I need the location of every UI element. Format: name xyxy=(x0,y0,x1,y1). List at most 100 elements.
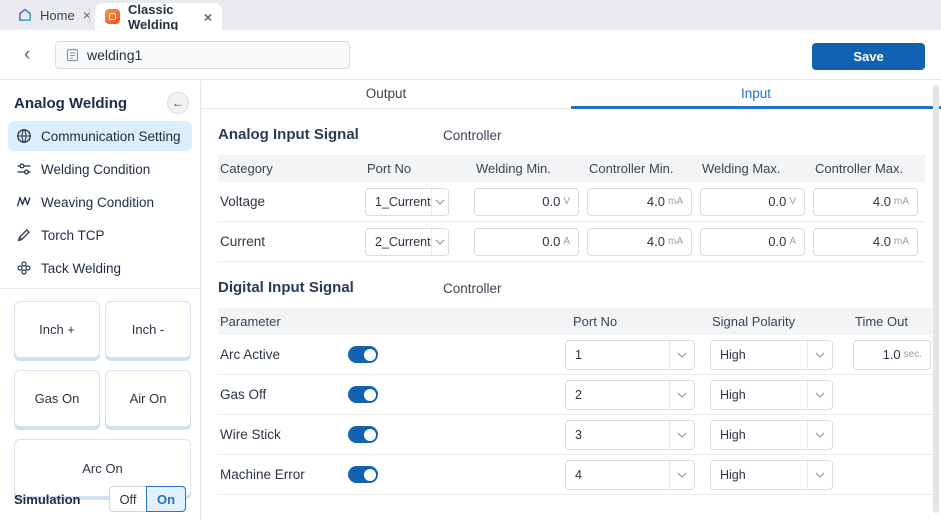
column-header: Port No xyxy=(565,314,710,329)
column-header: Signal Polarity xyxy=(710,314,853,329)
port-select[interactable]: 3 xyxy=(565,420,695,450)
chevron-down-icon xyxy=(807,461,832,489)
tab-classic-welding[interactable]: Classic Welding × xyxy=(95,3,222,30)
digital-section-subtitle: Controller xyxy=(443,281,502,296)
chevron-down-icon xyxy=(807,421,832,449)
io-tabs: Output Input xyxy=(201,81,941,109)
inch-minus-button[interactable]: Inch - xyxy=(105,301,191,358)
sidebar-title: Analog Welding xyxy=(14,95,127,112)
analog-table-header: Category Port No Welding Min. Controller… xyxy=(218,155,925,182)
document-icon xyxy=(66,48,79,62)
pen-icon xyxy=(16,227,32,243)
chevron-down-icon xyxy=(807,381,832,409)
inch-plus-button[interactable]: Inch + xyxy=(14,301,100,358)
category-label: Voltage xyxy=(218,194,365,209)
polarity-select[interactable]: High xyxy=(710,460,833,490)
weave-icon xyxy=(16,194,32,210)
polarity-select[interactable]: High xyxy=(710,340,833,370)
simulation-toggle-group: Off On xyxy=(109,486,186,512)
tab-separator xyxy=(89,7,90,23)
table-row: Current 2_Current 0.0A 4.0mA 0.0A 4.0mA xyxy=(218,222,925,262)
simulation-label: Simulation xyxy=(14,492,80,507)
sidebar-item-welding-condition[interactable]: Welding Condition xyxy=(8,154,192,184)
port-select[interactable]: 1_Current xyxy=(365,188,449,216)
controller-min-input[interactable]: 4.0mA xyxy=(587,188,692,216)
enable-toggle[interactable] xyxy=(348,386,378,403)
chevron-down-icon xyxy=(807,341,832,369)
column-header: Parameter xyxy=(218,314,565,329)
sidebar-item-tack-welding[interactable]: Tack Welding xyxy=(8,253,192,283)
category-label: Current xyxy=(218,234,365,249)
chevron-down-icon xyxy=(431,189,448,215)
polarity-select[interactable]: High xyxy=(710,380,833,410)
tab-home[interactable]: Home × xyxy=(8,0,101,30)
tab-input[interactable]: Input xyxy=(571,81,941,109)
home-app-icon xyxy=(18,8,32,22)
parameter-label: Arc Active xyxy=(218,347,348,362)
welding-min-input[interactable]: 0.0A xyxy=(474,228,579,256)
sidebar: Analog Welding ← Communication Setting W xyxy=(0,81,201,520)
digital-section-title: Digital Input Signal xyxy=(218,279,354,296)
port-select[interactable]: 1 xyxy=(565,340,695,370)
globe-icon xyxy=(16,128,32,144)
arrow-left-icon: ← xyxy=(172,96,184,110)
simulation-row: Simulation Off On xyxy=(0,486,200,512)
controller-max-input[interactable]: 4.0mA xyxy=(813,228,918,256)
controller-min-input[interactable]: 4.0mA xyxy=(587,228,692,256)
sliders-icon xyxy=(16,161,32,177)
analog-section-subtitle: Controller xyxy=(443,128,502,143)
chevron-down-icon xyxy=(669,421,694,449)
tack-icon xyxy=(16,260,32,276)
analog-section-title: Analog Input Signal xyxy=(218,126,359,143)
sidebar-item-label: Weaving Condition xyxy=(41,195,154,210)
jog-button-grid: Inch + Inch - Gas On Air On Arc On xyxy=(0,289,200,497)
simulation-on-button[interactable]: On xyxy=(146,486,186,512)
save-button[interactable]: Save xyxy=(812,43,925,70)
program-name-input[interactable]: welding1 xyxy=(55,41,350,69)
chevron-down-icon xyxy=(669,341,694,369)
sidebar-item-weaving-condition[interactable]: Weaving Condition xyxy=(8,187,192,217)
app-window: Home × Classic Welding × ‹ welding1 Save… xyxy=(0,0,941,520)
column-header: Category xyxy=(218,161,365,176)
column-header: Controller Min. xyxy=(587,161,700,176)
controller-max-input[interactable]: 4.0mA xyxy=(813,188,918,216)
port-select[interactable]: 2_Current xyxy=(365,228,449,256)
port-select[interactable]: 4 xyxy=(565,460,695,490)
collapse-sidebar-button[interactable]: ← xyxy=(167,92,189,114)
tab-bar: Home × Classic Welding × xyxy=(0,0,941,30)
main-panel: Output Input Analog Input Signal Control… xyxy=(201,81,941,520)
table-row: Arc Active 1 High 1.0sec. xyxy=(218,335,933,375)
air-on-button[interactable]: Air On xyxy=(105,370,191,427)
sidebar-item-communication-setting[interactable]: Communication Setting xyxy=(8,121,192,151)
column-header: Port No xyxy=(365,161,474,176)
enable-toggle[interactable] xyxy=(348,426,378,443)
table-row: Machine Error 4 High xyxy=(218,455,933,495)
welding-max-input[interactable]: 0.0V xyxy=(700,188,805,216)
tab-classic-welding-label: Classic Welding xyxy=(128,2,196,32)
sidebar-menu: Communication Setting Welding Condition … xyxy=(0,121,200,283)
welding-min-input[interactable]: 0.0V xyxy=(474,188,579,216)
program-name-value: welding1 xyxy=(87,47,142,63)
sidebar-item-label: Torch TCP xyxy=(41,228,105,243)
timeout-input[interactable]: 1.0sec. xyxy=(853,340,931,370)
back-button[interactable]: ‹ xyxy=(24,43,30,67)
tab-home-label: Home xyxy=(40,8,75,23)
gas-on-button[interactable]: Gas On xyxy=(14,370,100,427)
sidebar-item-label: Welding Condition xyxy=(41,162,150,177)
chevron-down-icon xyxy=(669,381,694,409)
port-select[interactable]: 2 xyxy=(565,380,695,410)
enable-toggle[interactable] xyxy=(348,346,378,363)
enable-toggle[interactable] xyxy=(348,466,378,483)
chevron-down-icon xyxy=(669,461,694,489)
sidebar-item-torch-tcp[interactable]: Torch TCP xyxy=(8,220,192,250)
sidebar-item-label: Tack Welding xyxy=(41,261,121,276)
simulation-off-button[interactable]: Off xyxy=(109,486,146,512)
table-row: Wire Stick 3 High xyxy=(218,415,933,455)
tab-output[interactable]: Output xyxy=(201,81,571,109)
welding-max-input[interactable]: 0.0A xyxy=(700,228,805,256)
polarity-select[interactable]: High xyxy=(710,420,833,450)
vertical-scrollbar[interactable] xyxy=(933,85,939,513)
digital-table-header: Parameter Port No Signal Polarity Time O… xyxy=(218,308,933,335)
close-icon[interactable]: × xyxy=(204,10,212,24)
chevron-down-icon xyxy=(431,229,448,255)
